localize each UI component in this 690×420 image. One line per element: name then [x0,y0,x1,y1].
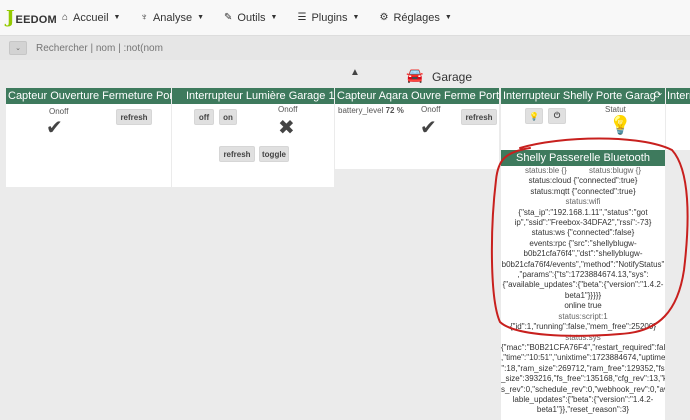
status-line: _size":393216,"fs_free":135168,"cfg_rev"… [501,374,665,384]
nav-outils-label: Outils [237,11,266,24]
status-line: status:sys [565,332,601,342]
car-icon: 🚘 [406,67,424,83]
status-line: {"sta_ip":"192.168.1.11","status":"got [518,207,648,217]
status-line: {"mac":"B0B21CFA76F4","restart_required"… [501,342,665,352]
status-line: status:mqtt {"connected":true} [530,186,636,196]
nav-reglages-label: Réglages [393,11,440,24]
card-title[interactable]: Capteur Aqara Ouvre Ferme Porte [335,88,499,104]
status-line: beta1"}}}}} [564,290,602,300]
status-line: {"id":1,"running":false,"mem_free":25200… [509,322,656,332]
navbar: J EEDOM ⌂ Accueil ▼ ♆ Analyse ▼ ✎ Outils… [0,0,690,36]
check-icon[interactable]: ✔ [46,118,63,138]
search-input[interactable] [36,42,336,54]
status-line: status:ws {"connected":false} [531,228,635,238]
equipment-card: Interrupteur Lumière Garage 1 off on Ono… [172,88,334,187]
status-line: ":18,"ram_size":269712,"ram_free":129352… [501,363,665,373]
off-button[interactable]: off [194,109,214,125]
cross-icon[interactable]: ✖ [278,118,295,138]
nav-outils[interactable]: ✎ Outils ▼ [224,12,277,24]
shelly-status-lines: status:ble {} status:blugw {} status:clou… [501,166,665,416]
nav-analyse-label: Analyse [152,11,193,24]
caret-down-icon: ▼ [270,14,278,21]
nav-plugins-label: Plugins [311,11,348,24]
refresh-button[interactable]: refresh [116,109,152,125]
wrench-icon: ✎ [224,12,233,23]
caret-down-icon: ▼ [197,14,205,21]
logo-text: EEDOM [15,13,57,26]
status-label: Statut [605,105,626,114]
nav-plugins[interactable]: ☰ Plugins ▼ [297,12,359,24]
status-line: online true [564,301,602,311]
battery-level: battery_level 72 % [338,106,404,115]
battery-label: battery_level [338,106,384,115]
equipment-card: Interrupteur [666,88,690,150]
jeedom-logo[interactable]: J EEDOM [0,6,62,28]
status-line: s_rev":0,"schedule_rev":0,"webhook_rev":… [501,384,665,394]
caret-down-icon: ▼ [352,14,360,21]
toggle-button[interactable]: toggle [259,146,289,162]
cmd-label: Onoff [278,105,298,114]
card-header: Interrupteur Shelly Porte Garag ⟳ [501,88,665,104]
nav-accueil[interactable]: ⌂ Accueil ▼ [62,12,120,24]
card-title[interactable]: Interrupteur Lumière Garage 1 [172,88,334,104]
shelly-card-title[interactable]: Shelly Passerelle Bluetooth [501,150,665,166]
search-reset-button[interactable]: ⌄ [9,41,27,55]
refresh-icon[interactable]: ⟳ [654,88,662,104]
battery-value: 72 % [385,106,404,115]
status-line: ,"time":"10:51","unixtime":1723884674,"u… [501,353,665,363]
object-title[interactable]: Garage [432,70,472,84]
lightbulb-outline-icon[interactable]: 💡 [609,116,631,134]
card-title[interactable]: Capteur Ouverture Fermeture Port [6,88,171,104]
cmd-label: Onoff [421,105,441,114]
object-header: ▲ 🚘 Garage [0,62,690,88]
status-line: b0b21cfa76f4/events","method":"NotifySta… [501,259,665,269]
logo-letter: J [6,6,15,28]
status-line: events:rpc {"src":"shellyblugw- [529,238,637,248]
search-bar: ⌄ [0,36,690,60]
caret-down-icon: ▼ [113,14,121,21]
home-icon: ⌂ [62,12,69,23]
card-title[interactable]: Interrupteur [666,88,690,104]
status-line: ,"params":{"ts":1723884674.13,"sys": [517,270,649,280]
status-line: status:ble {} status:blugw {} [524,166,642,175]
equipment-card: Capteur Aqara Ouvre Ferme Porte battery_… [335,88,499,169]
status-line: lable_updates":{"beta":{"version":"1.4.2… [512,394,654,404]
lightbulb-icon: 💡 [529,111,539,121]
status-line: b0b21cfa76f4","dst":"shellyblugw- [523,249,643,259]
bulb-button[interactable]: 💡 [525,108,543,124]
check-icon[interactable]: ✔ [420,118,437,138]
list-icon: ☰ [297,12,307,23]
cmd-label: Onoff [49,107,69,116]
nav-reglages[interactable]: ⚙ Réglages ▼ [379,12,451,24]
status-line: ip","ssid":"Freebox-34DFA2","rssi":-73} [514,218,652,228]
refresh-button[interactable]: refresh [461,109,497,125]
on-button[interactable]: on [219,109,237,125]
status-line: status:cloud {"connected":true} [528,176,638,186]
status-line: {"available_updates":{"beta":{"version":… [502,280,664,290]
power-button[interactable]: ⏻ [548,108,566,124]
chevron-down-icon: ⌄ [15,45,21,52]
refresh-button[interactable]: refresh [219,146,255,162]
collapse-arrow-icon[interactable]: ▲ [350,67,360,78]
status-line: status:script:1 [558,311,608,321]
nav-analyse[interactable]: ♆ Analyse ▼ [140,12,204,24]
card-title[interactable]: Interrupteur Shelly Porte Garag [503,90,656,102]
status-line: status:wifi [565,197,601,207]
power-icon: ⏻ [553,111,561,120]
status-line: beta1"}},"reset_reason":3} [536,405,630,415]
equipment-card: Interrupteur Shelly Porte Garag ⟳ 💡 ⏻ St… [501,88,665,150]
gears-icon: ⚙ [379,12,389,23]
analytics-icon: ♆ [140,12,148,23]
caret-down-icon: ▼ [444,14,452,21]
shelly-status-block: status:ble {} status:blugw {} status:clou… [501,166,665,420]
nav-accueil-label: Accueil [73,11,109,24]
equipment-card: Capteur Ouverture Fermeture Port Onoff ✔… [6,88,171,187]
